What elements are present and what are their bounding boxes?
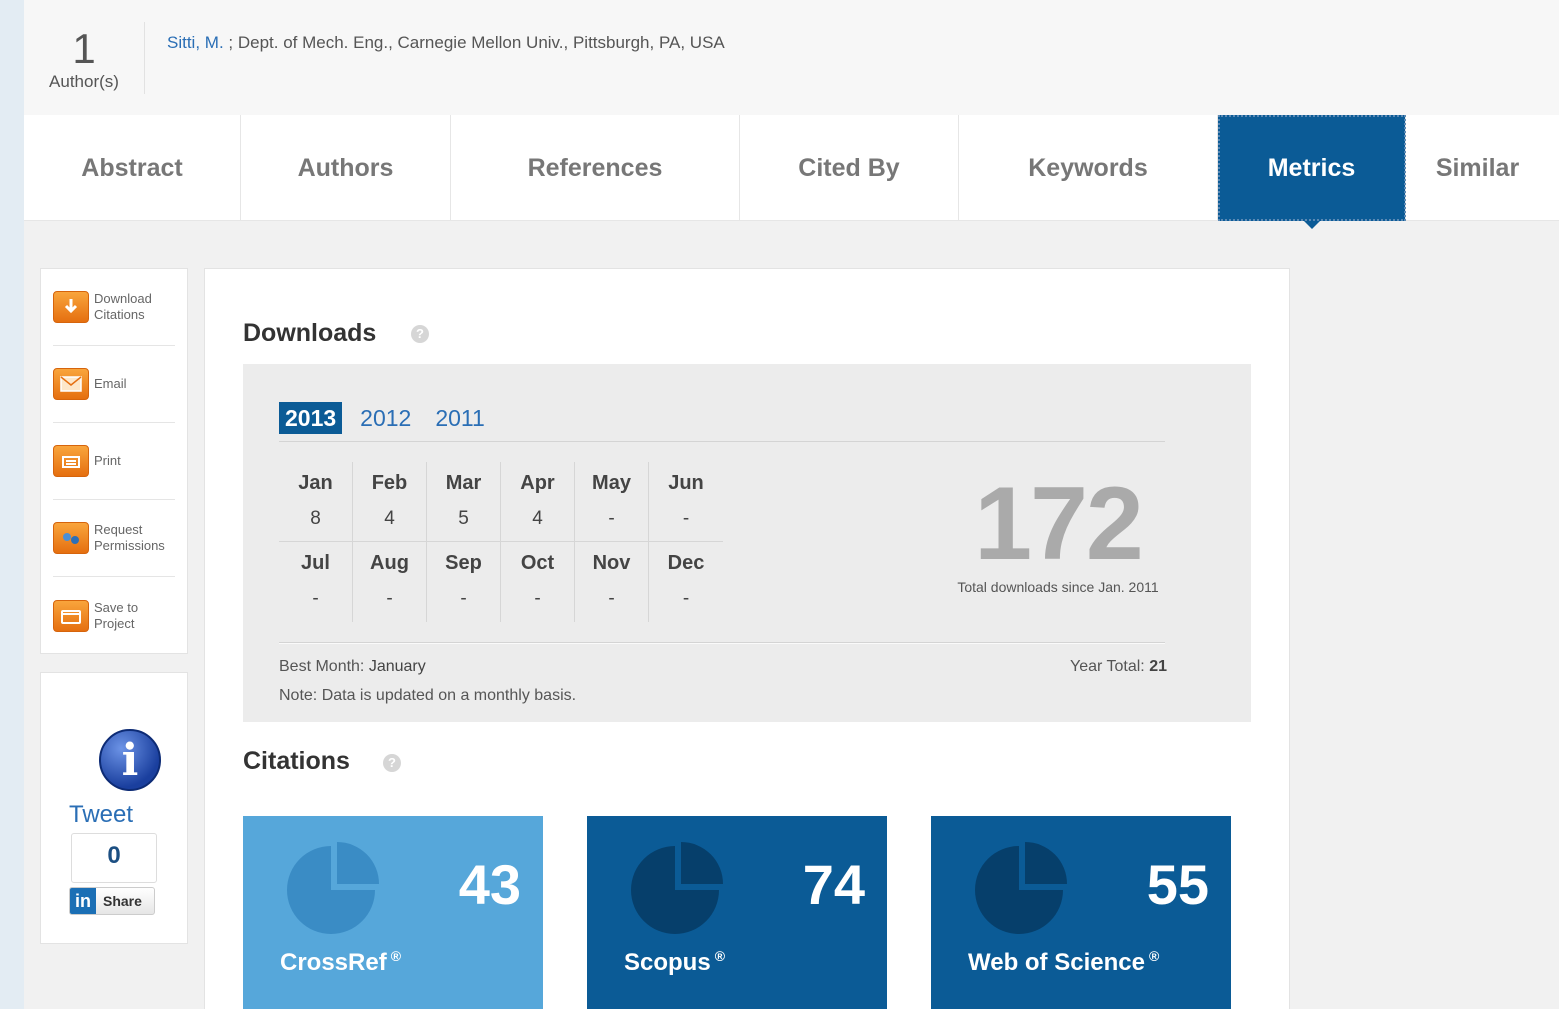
- tools-sidebar: Download Citations Email Print Request Per…: [40, 268, 188, 654]
- total-downloads: 172: [974, 466, 1144, 582]
- author-count-box: 1 Author(s): [24, 26, 144, 92]
- linkedin-share-button[interactable]: in Share: [69, 887, 155, 915]
- month-cell: Feb 4: [353, 462, 427, 541]
- month-cell: Jan 8: [279, 462, 353, 541]
- year-2011-tab[interactable]: 2011: [429, 402, 490, 434]
- citation-count: 74: [802, 853, 865, 916]
- total-downloads-caption: Total downloads since Jan. 2011: [957, 579, 1159, 595]
- pie-chart-icon: [975, 842, 1067, 934]
- month-cell: Jun -: [668, 472, 704, 529]
- month-cell: Sep -: [427, 542, 501, 622]
- author-link[interactable]: Sitti, M.: [167, 33, 224, 52]
- tab-similar[interactable]: Similar: [1406, 115, 1549, 221]
- pie-chart-icon: [631, 842, 723, 934]
- divider: [279, 441, 1165, 442]
- month-cell: Nov -: [575, 542, 649, 622]
- citation-count: 55: [1146, 853, 1209, 916]
- side-label: Save to Project: [94, 599, 139, 631]
- side-label: Request Permissions: [94, 522, 165, 553]
- update-note: Note: Data is updated on a monthly basis…: [279, 687, 577, 704]
- author-count: 1: [72, 25, 96, 72]
- page: 1 Author(s) Sitti, M. ; Dept. of Mech. E…: [24, 0, 1559, 1009]
- print-button[interactable]: Print: [53, 423, 175, 500]
- social-box: i Tweet 0 in Share: [40, 672, 188, 944]
- tab-references[interactable]: References: [451, 115, 740, 221]
- info-icon[interactable]: i: [99, 729, 161, 791]
- tab-authors[interactable]: Authors: [241, 115, 451, 221]
- year-selector: 2013 2012 2011: [279, 402, 491, 434]
- citation-source: CrossRef ®: [280, 948, 402, 976]
- author-count-label: Author(s): [49, 72, 119, 91]
- year-total: Year Total: 21: [1070, 658, 1167, 675]
- crossref-citations-card[interactable]: 43 CrossRef ®: [243, 816, 543, 1009]
- download-icon: [53, 291, 89, 323]
- month-cell: Oct -: [501, 542, 575, 622]
- month-cell: Aug -: [353, 542, 427, 622]
- left-edge-strip: [0, 0, 24, 1009]
- help-icon[interactable]: ?: [383, 754, 401, 772]
- downloads-box: 2013 2012 2011 Jan 8 Feb 4 Mar 5 Apr 4 May - …: [243, 364, 1251, 722]
- month-cell: Jul -: [279, 542, 353, 622]
- scopus-citations-card[interactable]: 74 Scopus ®: [587, 816, 887, 1009]
- tab-metrics[interactable]: Metrics: [1218, 115, 1406, 229]
- downloads-title: Downloads: [243, 319, 377, 347]
- tab-keywords[interactable]: Keywords: [959, 115, 1218, 221]
- monthly-downloads-grid: Jan 8 Feb 4 Mar 5 Apr 4 May - Jun - Jul - Aug - …: [279, 462, 723, 622]
- document-header: 1 Author(s) Sitti, M. ; Dept. of Mech. E…: [24, 0, 1559, 115]
- tab-abstract[interactable]: Abstract: [24, 115, 241, 221]
- year-2012-tab[interactable]: 2012: [354, 402, 417, 434]
- side-label: Email: [94, 376, 127, 391]
- email-icon: [53, 368, 89, 400]
- month-cell: Mar 5: [427, 462, 501, 541]
- folder-icon: [53, 599, 89, 632]
- months-row: Jan 8 Feb 4 Mar 5 Apr 4 May - Jun -: [279, 462, 723, 542]
- month-cell: Apr 4: [501, 462, 575, 541]
- side-label: Print: [94, 453, 121, 468]
- month-cell: Dec -: [667, 552, 705, 609]
- side-label: Download Citations: [94, 291, 152, 322]
- request-permissions-button[interactable]: Request Permissions: [53, 500, 175, 577]
- citations-title: Citations: [243, 747, 350, 775]
- tweet-count: 0: [71, 833, 157, 883]
- tweet-button[interactable]: Tweet: [69, 801, 133, 829]
- share-label: Share: [103, 893, 142, 909]
- save-to-project-button[interactable]: Save to Project: [53, 577, 175, 654]
- print-icon: [53, 445, 89, 477]
- metrics-panel: Downloads ? 2013 2012 2011 Jan 8 Feb 4 Mar…: [204, 268, 1290, 1009]
- citation-source: Scopus ®: [624, 948, 726, 976]
- tab-cited-by[interactable]: Cited By: [740, 115, 959, 221]
- download-citations-button[interactable]: Download Citations: [53, 269, 175, 346]
- best-month: Best Month: January: [279, 658, 426, 675]
- divider: [279, 643, 1165, 644]
- help-icon[interactable]: ?: [411, 325, 429, 343]
- web-of-science-citations-card[interactable]: 55 Web of Science ®: [931, 816, 1231, 1009]
- author-line: Sitti, M. ; Dept. of Mech. Eng., Carnegi…: [167, 33, 725, 53]
- email-button[interactable]: Email: [53, 346, 175, 423]
- linkedin-icon: in: [70, 888, 96, 914]
- citation-source: Web of Science ®: [968, 948, 1160, 976]
- author-affiliation: ; Dept. of Mech. Eng., Carnegie Mellon U…: [223, 33, 725, 52]
- permissions-icon: [53, 522, 89, 554]
- year-2013-tab[interactable]: 2013: [279, 402, 343, 434]
- divider: [144, 22, 145, 94]
- months-row: Jul - Aug - Sep - Oct - Nov - Dec -: [279, 542, 723, 622]
- pie-chart-icon: [287, 842, 379, 934]
- month-cell: May -: [575, 462, 649, 541]
- citation-count: 43: [458, 853, 521, 916]
- document-tabs: Abstract Authors References Cited By Key…: [24, 115, 1559, 229]
